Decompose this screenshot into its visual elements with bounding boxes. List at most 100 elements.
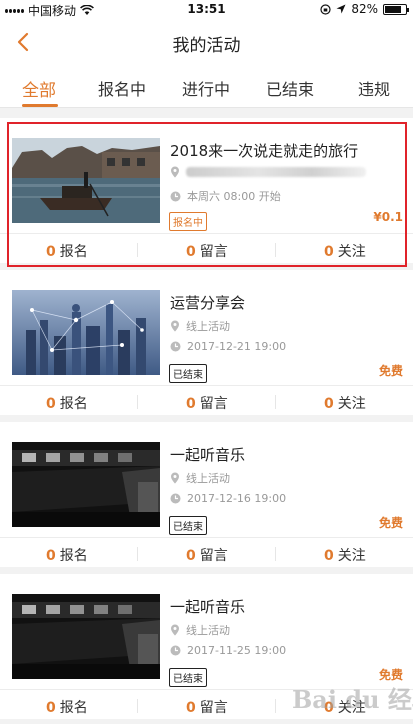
signup-button[interactable]: 0 报名 — [46, 393, 88, 413]
divider — [137, 243, 138, 257]
divider — [275, 547, 276, 561]
tab-in-progress[interactable]: 进行中 — [182, 76, 230, 100]
page-title: 我的活动 — [172, 36, 241, 56]
battery-icon — [383, 3, 409, 15]
divider — [137, 395, 138, 409]
tab-ended[interactable]: 已结束 — [266, 76, 314, 100]
activity-time: 2017-11-25 19:00 — [170, 644, 286, 657]
tab-all[interactable]: 全部 — [22, 76, 56, 101]
tab-violation[interactable]: 违规 — [358, 76, 390, 100]
tab-registering[interactable]: 报名中 — [98, 76, 146, 100]
signup-count: 0 — [46, 244, 56, 260]
activity-location: 线上活动 — [170, 622, 230, 638]
divider — [137, 699, 138, 713]
activity-title: 运营分享会 — [170, 294, 246, 312]
location-pin-icon — [171, 624, 179, 636]
activity-time-text: 2017-11-25 19:00 — [187, 644, 287, 657]
follow-button[interactable]: 0 关注 — [324, 241, 366, 261]
orientation-lock-icon — [320, 3, 331, 15]
activity-card[interactable]: 2018来一次说走就走的旅行 本周六 08:00 开始 报名中 ¥0.1 0 报名… — [0, 118, 413, 263]
signup-count: 0 — [46, 700, 56, 716]
comment-count: 0 — [186, 700, 196, 716]
status-badge: 已结束 — [169, 516, 207, 535]
activity-location-text: 线上活动 — [186, 472, 230, 485]
activity-title: 2018来一次说走就走的旅行 — [170, 142, 359, 160]
signup-button[interactable]: 0 报名 — [46, 241, 88, 261]
location-pin-icon — [171, 320, 179, 332]
clock-icon — [170, 645, 181, 656]
clock-icon — [170, 493, 181, 504]
tab-bar: 全部 报名中 进行中 已结束 违规 — [0, 64, 413, 108]
location-pin-icon — [171, 472, 179, 484]
activity-actions: 0 报名 0 留言 0 关注 — [0, 385, 413, 415]
location-pin-icon — [171, 166, 179, 178]
activity-thumbnail — [12, 138, 160, 223]
follow-label: 关注 — [337, 548, 366, 564]
activity-actions: 0 报名 0 留言 0 关注 — [0, 233, 413, 263]
activity-location — [170, 166, 366, 178]
activity-location: 线上活动 — [170, 470, 230, 486]
divider — [275, 243, 276, 257]
watermark: Bai du 经验 — [292, 685, 413, 714]
activity-time: 2017-12-21 19:00 — [170, 340, 286, 353]
comment-label: 留言 — [199, 244, 228, 260]
status-right: 82% — [320, 2, 409, 16]
comment-label: 留言 — [199, 700, 228, 716]
activity-price: 免费 — [378, 364, 403, 378]
signup-label: 报名 — [59, 700, 88, 716]
signup-count: 0 — [46, 548, 56, 564]
location-arrow-icon — [336, 4, 346, 14]
battery-percent: 82% — [351, 2, 378, 16]
signup-label: 报名 — [59, 548, 88, 564]
follow-label: 关注 — [337, 244, 366, 260]
activity-actions: 0 报名 0 留言 0 关注 — [0, 537, 413, 567]
activity-thumbnail — [12, 594, 160, 679]
active-tab-indicator — [22, 104, 58, 107]
signup-label: 报名 — [59, 244, 88, 260]
divider — [275, 699, 276, 713]
activity-thumbnail — [12, 290, 160, 375]
clock-icon — [170, 341, 181, 352]
activity-time-text: 2017-12-21 19:00 — [187, 340, 287, 353]
activity-location-text: 线上活动 — [186, 320, 230, 333]
comment-button[interactable]: 0 留言 — [186, 697, 228, 717]
follow-button[interactable]: 0 关注 — [324, 545, 366, 565]
comment-button[interactable]: 0 留言 — [186, 545, 228, 565]
comment-label: 留言 — [199, 396, 228, 412]
activity-time-text: 本周六 08:00 开始 — [187, 190, 281, 203]
activity-title: 一起听音乐 — [170, 446, 246, 464]
status-badge: 报名中 — [169, 212, 207, 231]
activity-title: 一起听音乐 — [170, 598, 246, 616]
follow-count: 0 — [324, 244, 334, 260]
activity-card[interactable]: 运营分享会 线上活动 2017-12-21 19:00 已结束 免费 0 报名 0… — [0, 270, 413, 415]
activity-price: ¥0.1 — [373, 210, 403, 224]
clock-icon — [170, 191, 181, 201]
activity-price: 免费 — [378, 516, 403, 530]
comment-label: 留言 — [199, 548, 228, 564]
status-badge: 已结束 — [169, 364, 207, 383]
screen: 中国移动 13:51 82% 我的活动 全部 报名中 进行中 已结束 违规 20… — [0, 0, 413, 724]
signup-label: 报名 — [59, 396, 88, 412]
activity-time: 本周六 08:00 开始 — [170, 188, 281, 204]
activity-card[interactable]: 一起听音乐 线上活动 2017-12-16 19:00 已结束 免费 0 报名 0… — [0, 422, 413, 567]
signup-button[interactable]: 0 报名 — [46, 545, 88, 565]
comment-count: 0 — [186, 244, 196, 260]
activity-time-text: 2017-12-16 19:00 — [187, 492, 287, 505]
signup-count: 0 — [46, 396, 56, 412]
follow-button[interactable]: 0 关注 — [324, 393, 366, 413]
follow-count: 0 — [324, 548, 334, 564]
activity-thumbnail — [12, 442, 160, 527]
status-bar: 中国移动 13:51 82% — [0, 0, 413, 20]
nav-bar: 我的活动 — [0, 20, 413, 64]
signup-button[interactable]: 0 报名 — [46, 697, 88, 717]
follow-count: 0 — [324, 396, 334, 412]
activity-location: 线上活动 — [170, 318, 230, 334]
battery-fill — [385, 5, 402, 13]
activity-time: 2017-12-16 19:00 — [170, 492, 286, 505]
blurred-location — [186, 167, 366, 177]
follow-label: 关注 — [337, 396, 366, 412]
activity-location-text: 线上活动 — [186, 624, 230, 637]
comment-button[interactable]: 0 留言 — [186, 393, 228, 413]
comment-button[interactable]: 0 留言 — [186, 241, 228, 261]
status-badge: 已结束 — [169, 668, 207, 687]
